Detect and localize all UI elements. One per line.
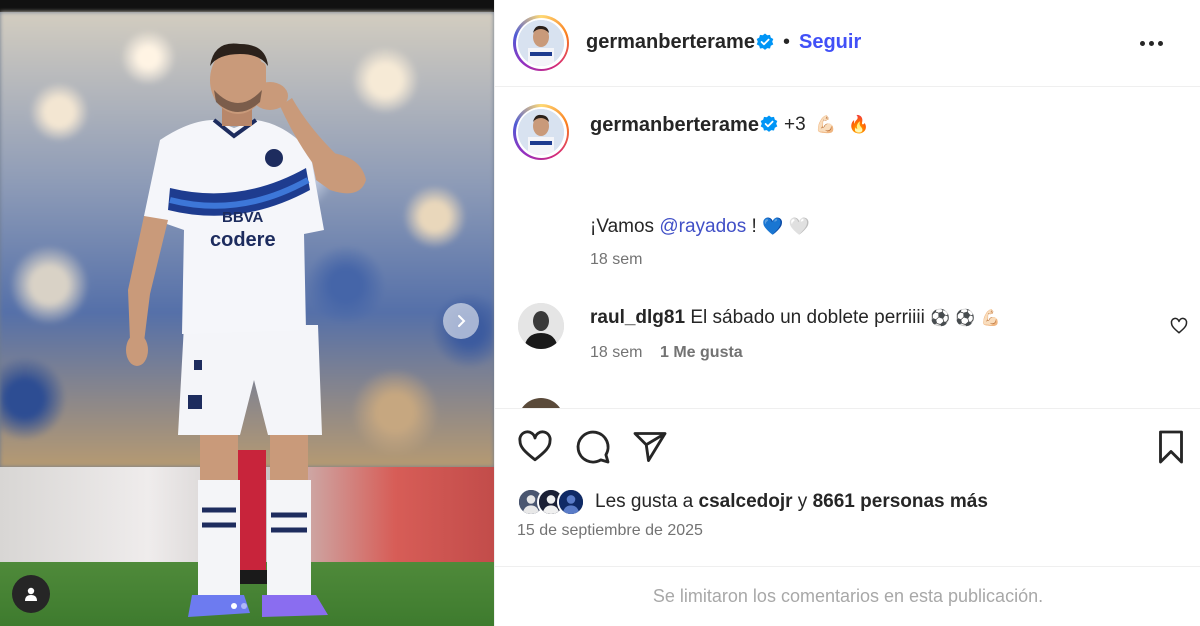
author-avatar-image <box>518 20 564 66</box>
user-tag-icon <box>25 587 37 601</box>
fire-emoji: 🔥 <box>848 115 870 134</box>
caption-text: ¡Vamos @rayados ! 💙 🤍 <box>590 216 810 238</box>
mention-link[interactable]: @rayados <box>659 216 746 237</box>
likes-count[interactable]: 8661 personas más <box>813 491 988 512</box>
more-options-icon[interactable] <box>1140 34 1176 52</box>
caption-author-avatar[interactable] <box>513 104 569 160</box>
caption-author-username[interactable]: germanberterame <box>590 114 759 137</box>
carousel-dot <box>241 603 247 609</box>
header-separator: • <box>783 31 791 53</box>
limited-comments-notice: Se limitaron los comentarios en esta pub… <box>495 566 1200 626</box>
svg-text:BBVA: BBVA <box>222 209 264 226</box>
bookmark-icon[interactable] <box>1153 429 1189 465</box>
verified-badge-icon <box>756 33 774 50</box>
comments-section: germanberterame +3 💪🏻 🔥 ¡Vamos @rayados … <box>495 88 1200 408</box>
likes-summary[interactable]: Les gusta a csalcedojr y 8661 personas m… <box>517 487 988 517</box>
comment-likes[interactable]: 1 Me gusta <box>660 344 743 362</box>
flexed-biceps-emoji: 💪🏻 <box>815 115 837 134</box>
media-top-strip <box>0 0 494 12</box>
chevron-right-icon <box>458 315 466 327</box>
caption-body: ¡Vamos <box>590 216 660 237</box>
player-photo: BBVA codere <box>126 43 366 617</box>
verified-badge-icon <box>760 115 778 132</box>
post-actions-section: Les gusta a csalcedojr y 8661 personas m… <box>495 408 1200 566</box>
liker-username[interactable]: csalcedojr <box>699 491 793 512</box>
caption-after: ! <box>746 216 757 237</box>
share-icon[interactable] <box>632 429 668 465</box>
post-details-panel: germanberterame • Seguir germanberterame… <box>494 0 1200 626</box>
heart-icon[interactable] <box>517 429 553 465</box>
post-media[interactable]: BBVA codere <box>0 0 494 626</box>
caption-suffix: +3 <box>784 114 806 135</box>
likes-text: Les gusta a csalcedojr y 8661 personas m… <box>595 491 988 513</box>
comment-timestamp[interactable]: 18 sem <box>590 344 642 362</box>
carousel-indicator <box>231 603 247 609</box>
comment-body: El sábado un doblete perriiii <box>690 307 925 328</box>
liker-avatar <box>557 488 585 516</box>
soccer-ball-emoji: ⚽ <box>955 310 976 327</box>
caption-timestamp[interactable]: 18 sem <box>590 251 642 269</box>
next-media-button[interactable] <box>443 303 479 339</box>
caption-avatar-image <box>518 109 564 155</box>
post-header: germanberterame • Seguir <box>495 0 1200 87</box>
commenter-avatar[interactable] <box>518 303 564 349</box>
heart-icon[interactable] <box>1170 317 1188 335</box>
tagged-users-button[interactable] <box>12 575 50 613</box>
white-heart-emoji: 🤍 <box>788 217 810 236</box>
likes-connector: y <box>792 491 813 512</box>
likes-prefix: Les gusta a <box>595 491 699 512</box>
svg-text:codere: codere <box>210 229 276 251</box>
comment-text: raul_dlg81 El sábado un doblete perriiii… <box>590 307 1000 329</box>
author-avatar[interactable] <box>513 15 569 71</box>
comment-icon[interactable] <box>575 429 611 465</box>
post-date[interactable]: 15 de septiembre de 2025 <box>517 522 703 540</box>
flexed-biceps-emoji: 💪🏻 <box>980 310 1001 327</box>
commenter-avatar[interactable] <box>518 398 564 408</box>
follow-button[interactable]: Seguir <box>799 31 861 54</box>
commenter-username[interactable]: raul_dlg81 <box>590 307 685 328</box>
carousel-dot-active <box>231 603 237 609</box>
blue-heart-emoji: 💙 <box>762 217 784 236</box>
soccer-ball-emoji: ⚽ <box>930 310 951 327</box>
author-username[interactable]: germanberterame <box>586 31 755 54</box>
